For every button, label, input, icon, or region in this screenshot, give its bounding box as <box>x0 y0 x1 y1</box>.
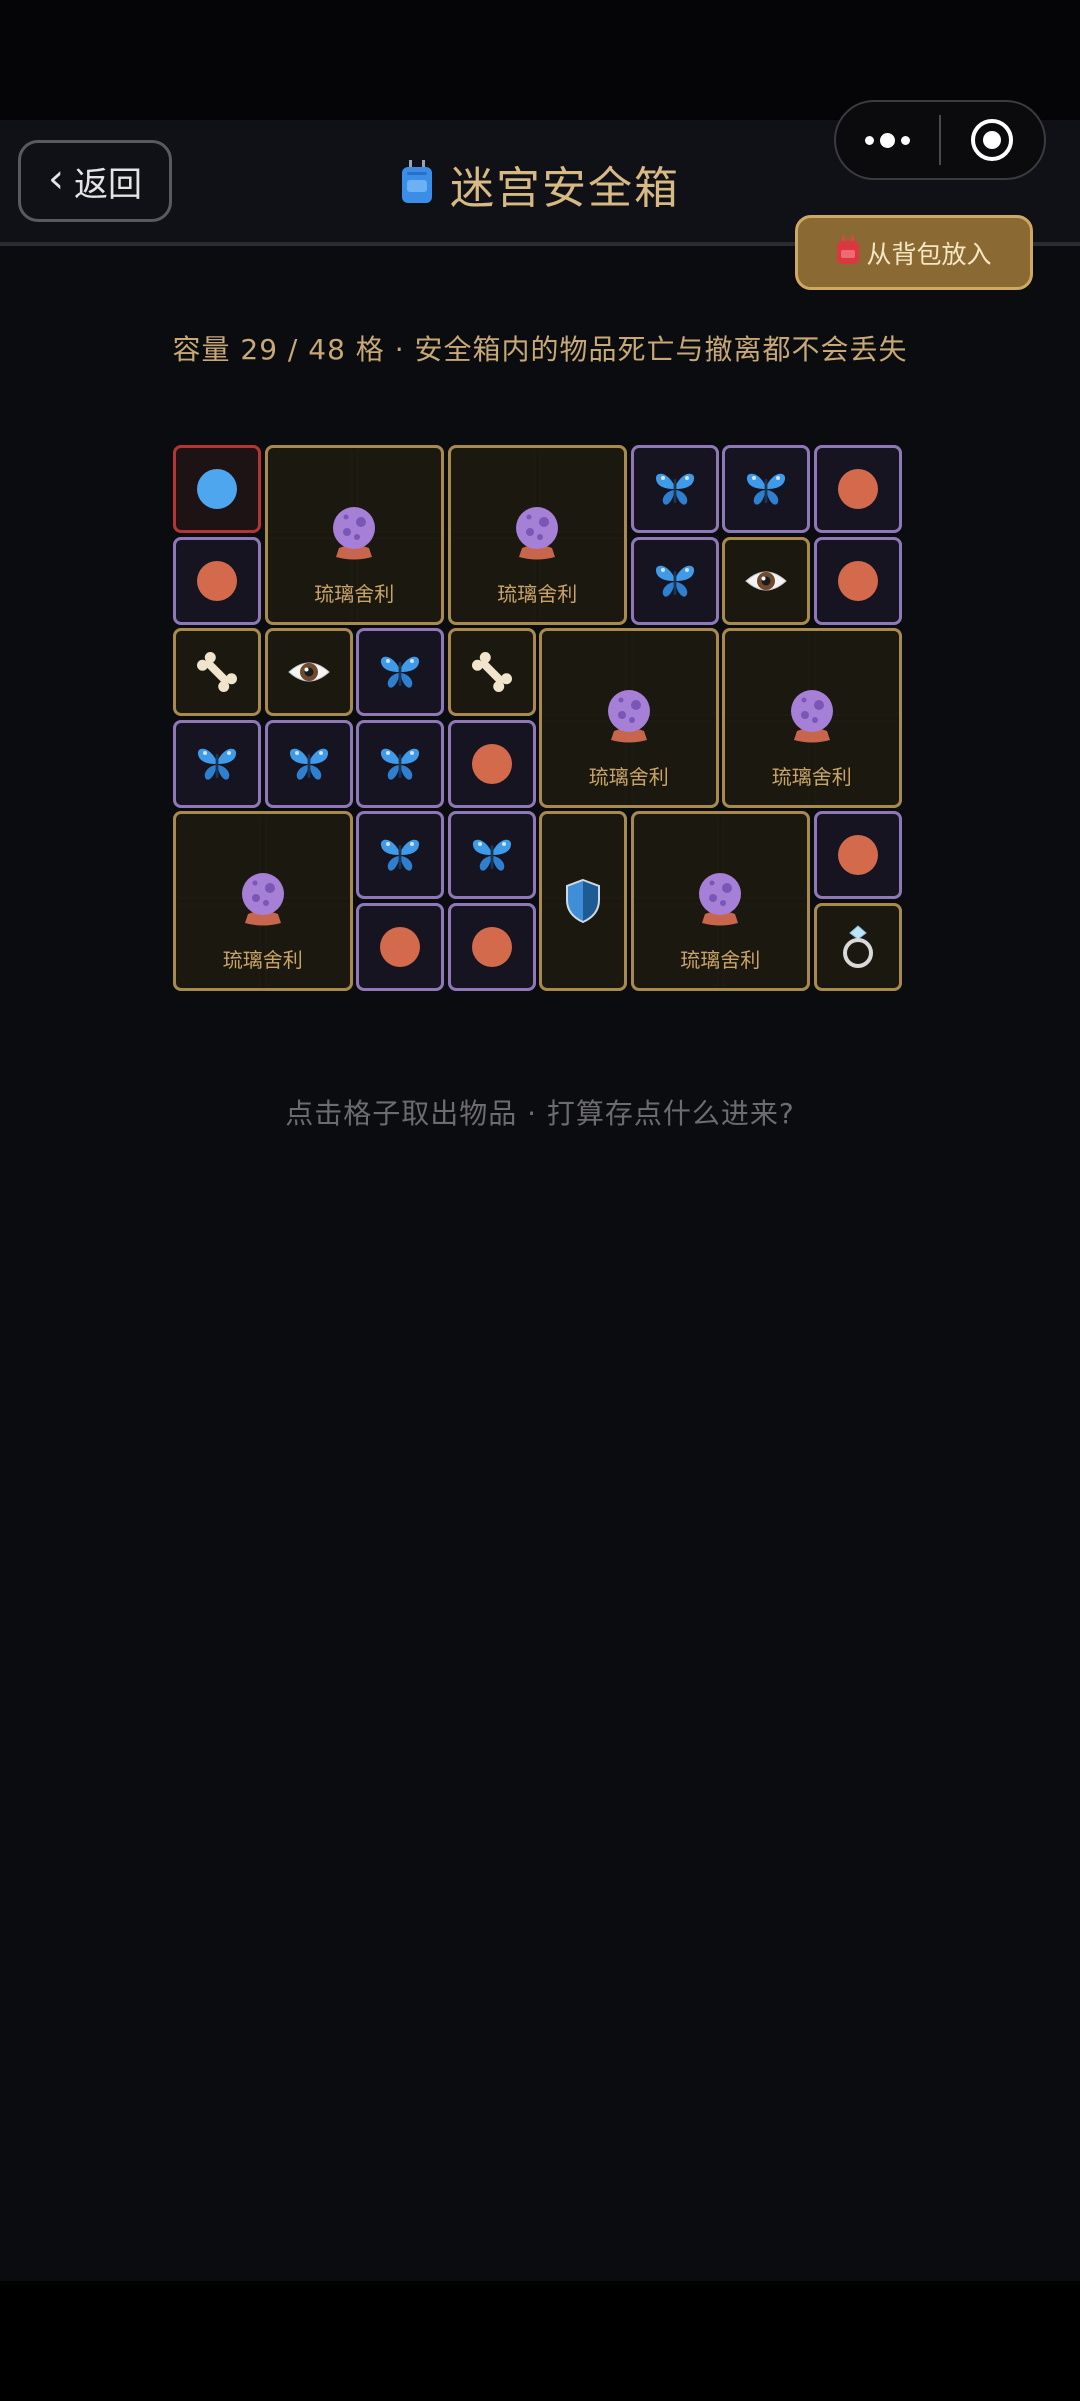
back-label: 返回 <box>74 164 142 205</box>
crystal-ball-item[interactable]: 琉璃舍利 <box>447 445 627 625</box>
item-label: 琉璃舍利 <box>680 948 761 973</box>
bottom-bar <box>0 2281 1080 2401</box>
butterfly-item[interactable] <box>356 628 444 716</box>
page-title-group: 迷宫安全箱 <box>300 148 780 220</box>
butterfly-icon <box>652 561 698 601</box>
butterfly-item[interactable] <box>356 811 444 899</box>
ring-item[interactable] <box>813 902 902 991</box>
crystal-ball-item[interactable]: 琉璃舍利 <box>722 628 902 808</box>
shield-item[interactable] <box>539 811 627 991</box>
eye-icon <box>287 657 331 687</box>
orange-orb-item[interactable] <box>813 445 902 533</box>
bone-icon <box>469 649 515 695</box>
orange-orb-item[interactable] <box>447 719 536 808</box>
orange-orb-item[interactable] <box>356 902 444 991</box>
orange-orb-item[interactable] <box>813 536 902 625</box>
shield-icon <box>564 878 602 924</box>
eye-icon <box>744 566 788 596</box>
orange-orb-icon <box>470 742 514 786</box>
orange-orb-item[interactable] <box>813 811 902 899</box>
butterfly-icon <box>377 835 423 875</box>
blue-orb-item[interactable] <box>173 445 261 533</box>
backpack-icon <box>400 160 434 208</box>
mini-program-close-icon[interactable] <box>941 117 1044 163</box>
butterfly-icon <box>286 744 332 784</box>
butterfly-item[interactable] <box>722 445 810 533</box>
crystal-ball-icon <box>238 870 288 926</box>
item-label: 琉璃舍利 <box>588 765 669 790</box>
crystal-ball-icon <box>329 504 379 560</box>
safebox-grid: 琉璃舍利 琉璃舍利 琉璃舍利 琉璃舍利 琉璃舍利 琉璃舍利 <box>173 445 905 995</box>
butterfly-item[interactable] <box>447 811 536 899</box>
butterfly-icon <box>743 469 789 509</box>
crystal-ball-item[interactable]: 琉璃舍利 <box>264 445 444 625</box>
bone-item[interactable] <box>447 628 536 716</box>
backpack-icon <box>836 235 860 270</box>
orange-orb-icon <box>195 559 239 603</box>
crystal-ball-icon <box>695 870 745 926</box>
put-from-backpack-button[interactable]: 从背包放入 <box>795 215 1033 290</box>
blue-orb-icon <box>195 467 239 511</box>
put-button-label: 从背包放入 <box>866 239 992 269</box>
crystal-ball-icon <box>604 687 654 743</box>
eye-item[interactable] <box>722 536 810 625</box>
orange-orb-icon <box>836 467 880 511</box>
butterfly-icon <box>194 744 240 784</box>
butterfly-icon <box>469 835 515 875</box>
item-label: 琉璃舍利 <box>497 582 578 607</box>
orange-orb-icon <box>836 559 880 603</box>
butterfly-item[interactable] <box>630 536 719 625</box>
more-dots-icon[interactable] <box>836 132 939 148</box>
butterfly-icon <box>377 652 423 692</box>
butterfly-icon <box>377 744 423 784</box>
butterfly-item[interactable] <box>264 719 353 808</box>
page-title: 迷宫安全箱 <box>450 163 680 214</box>
bone-item[interactable] <box>173 628 261 716</box>
back-button[interactable]: ‹ 返回 <box>18 140 172 222</box>
item-label: 琉璃舍利 <box>771 765 852 790</box>
crystal-ball-item[interactable]: 琉璃舍利 <box>630 811 810 991</box>
orange-orb-icon <box>378 925 422 969</box>
eye-item[interactable] <box>264 628 353 716</box>
capacity-text: 容量 29 / 48 格 · 安全箱内的物品死亡与撤离都不会丢失 <box>172 333 908 366</box>
butterfly-item[interactable] <box>356 719 444 808</box>
item-label: 琉璃舍利 <box>314 582 395 607</box>
orange-orb-icon <box>470 925 514 969</box>
hint-text: 点击格子取出物品 · 打算存点什么进来? <box>285 1097 795 1130</box>
crystal-ball-icon <box>787 687 837 743</box>
ring-icon <box>838 924 878 970</box>
orange-orb-item[interactable] <box>447 902 536 991</box>
chevron-left-icon: ‹ <box>48 156 64 202</box>
orange-orb-icon <box>836 833 880 877</box>
mini-program-capsule <box>834 100 1046 180</box>
item-label: 琉璃舍利 <box>222 948 303 973</box>
crystal-ball-item[interactable]: 琉璃舍利 <box>539 628 719 808</box>
butterfly-icon <box>652 469 698 509</box>
crystal-ball-item[interactable]: 琉璃舍利 <box>173 811 353 991</box>
bone-icon <box>194 649 240 695</box>
butterfly-item[interactable] <box>630 445 719 533</box>
orange-orb-item[interactable] <box>173 536 261 625</box>
crystal-ball-icon <box>512 504 562 560</box>
butterfly-item[interactable] <box>173 719 261 808</box>
